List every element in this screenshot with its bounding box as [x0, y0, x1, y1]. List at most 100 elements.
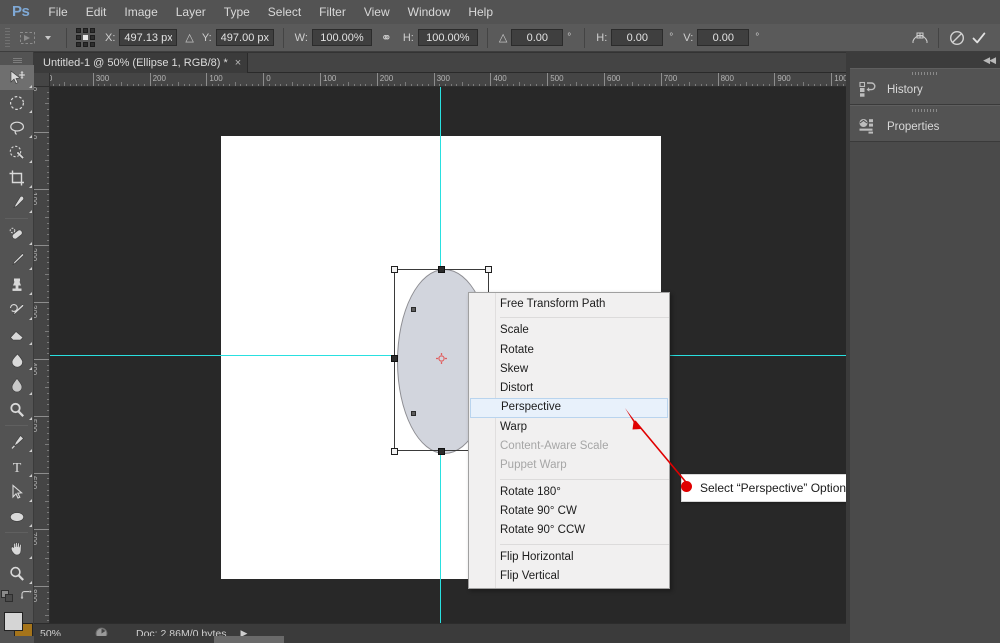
tool-eyedropper[interactable]: [0, 190, 34, 215]
menu-type[interactable]: Type: [215, 0, 259, 24]
tool-flyout-icon[interactable]: [29, 556, 32, 559]
tool-flyout-icon[interactable]: [29, 342, 32, 345]
tool-quick-selection[interactable]: [0, 140, 34, 165]
tool-clone-stamp[interactable]: [0, 272, 34, 297]
x-position-input[interactable]: [119, 29, 178, 46]
tool-flyout-icon[interactable]: [29, 474, 32, 477]
tool-flyout-icon[interactable]: [29, 367, 32, 370]
x-position-field[interactable]: X:: [101, 29, 178, 46]
menu-item-rotate-90-ccw[interactable]: Rotate 90° CCW: [469, 521, 669, 540]
transform-handle-top-center[interactable]: [438, 266, 445, 273]
panel-history[interactable]: History: [850, 68, 1000, 105]
tool-brush[interactable]: [0, 247, 34, 272]
document-tab[interactable]: Untitled-1 @ 50% (Ellipse 1, RGB/8) * ×: [34, 53, 249, 73]
tool-flyout-icon[interactable]: [29, 135, 32, 138]
menu-edit[interactable]: Edit: [77, 0, 116, 24]
tool-eraser[interactable]: [0, 322, 34, 347]
vertical-skew-field[interactable]: V:: [679, 29, 750, 46]
tool-flyout-icon[interactable]: [29, 185, 32, 188]
tool-blur[interactable]: [0, 372, 34, 397]
tool-pen[interactable]: [0, 429, 34, 454]
transform-handle-middle-left[interactable]: [391, 355, 398, 362]
tool-flyout-icon[interactable]: [29, 581, 32, 584]
horizontal-skew-field[interactable]: H:: [592, 29, 664, 46]
tool-flyout-icon[interactable]: [29, 292, 32, 295]
tool-flyout-icon[interactable]: [29, 85, 32, 88]
menu-help[interactable]: Help: [459, 0, 502, 24]
tool-flyout-icon[interactable]: [29, 449, 32, 452]
reference-point-grid[interactable]: [76, 28, 95, 47]
menu-item-rotate-180[interactable]: Rotate 180°: [469, 483, 669, 502]
canvas-area[interactable]: [50, 87, 846, 623]
close-icon[interactable]: ×: [235, 57, 241, 69]
tool-flyout-icon[interactable]: [29, 317, 32, 320]
vertical-skew-input[interactable]: [697, 29, 750, 46]
tool-gradient[interactable]: [0, 347, 34, 372]
menu-item-free-transform-path[interactable]: Free Transform Path: [469, 295, 669, 314]
tool-flyout-icon[interactable]: [29, 417, 32, 420]
transform-pivot-point[interactable]: [436, 353, 447, 364]
panel-grip[interactable]: [912, 109, 938, 112]
tool-type[interactable]: T: [0, 454, 34, 479]
move-tool-icon[interactable]: [15, 27, 41, 49]
collapse-panels-icon[interactable]: ◀◀: [983, 55, 996, 66]
tool-flyout-icon[interactable]: [29, 524, 32, 527]
menu-item-flip-horizontal[interactable]: Flip Horizontal: [469, 548, 669, 567]
tool-preset-chevron-down-icon[interactable]: [45, 35, 51, 40]
scrollbar-thumb[interactable]: [214, 636, 284, 643]
ruler-corner[interactable]: [34, 73, 50, 87]
transform-handle-bottom-center[interactable]: [438, 448, 445, 455]
toolbar-grip[interactable]: [0, 56, 34, 65]
transform-handle-bottom-left[interactable]: [391, 448, 398, 455]
default-colors-icon[interactable]: [1, 590, 14, 602]
menu-filter[interactable]: Filter: [310, 0, 355, 24]
cancel-transform-icon[interactable]: [946, 27, 968, 49]
link-scale-icon[interactable]: ⚭: [381, 30, 392, 46]
tool-lasso[interactable]: [0, 115, 34, 140]
width-scale-input[interactable]: [311, 29, 372, 46]
menu-image[interactable]: Image: [115, 0, 166, 24]
width-scale-field[interactable]: W:: [291, 29, 372, 46]
options-bar-grip[interactable]: [4, 27, 11, 48]
menu-item-warp[interactable]: Warp: [469, 418, 669, 437]
tool-flyout-icon[interactable]: [29, 110, 32, 113]
path-anchor-lower[interactable]: [411, 411, 416, 416]
menu-item-scale[interactable]: Scale: [469, 321, 669, 340]
tool-healing-brush[interactable]: [0, 222, 34, 247]
menu-item-rotate-90-cw[interactable]: Rotate 90° CW: [469, 502, 669, 521]
tool-history-brush[interactable]: [0, 297, 34, 322]
menu-item-flip-vertical[interactable]: Flip Vertical: [469, 567, 669, 586]
panel-history-row[interactable]: History: [850, 74, 1000, 105]
height-scale-input[interactable]: [417, 29, 478, 46]
tool-flyout-icon[interactable]: [29, 160, 32, 163]
tool-flyout-icon[interactable]: [29, 267, 32, 270]
menu-layer[interactable]: Layer: [167, 0, 215, 24]
menu-window[interactable]: Window: [399, 0, 460, 24]
menu-file[interactable]: File: [39, 0, 76, 24]
horizontal-scrollbar[interactable]: [34, 636, 846, 643]
tool-path-selection[interactable]: [0, 479, 34, 504]
menu-item-distort[interactable]: Distort: [469, 379, 669, 398]
tool-flyout-icon[interactable]: [29, 499, 32, 502]
tool-move[interactable]: [0, 65, 34, 90]
menu-view[interactable]: View: [355, 0, 399, 24]
menu-select[interactable]: Select: [259, 0, 310, 24]
menu-item-perspective[interactable]: Perspective: [470, 398, 668, 418]
panel-grip[interactable]: [912, 72, 938, 75]
transform-handle-top-left[interactable]: [391, 266, 398, 273]
swap-colors-icon[interactable]: [20, 590, 32, 602]
transform-context-menu[interactable]: Free Transform Path Scale Rotate Skew Di…: [468, 292, 670, 590]
menu-item-skew[interactable]: Skew: [469, 360, 669, 379]
tool-flyout-icon[interactable]: [29, 210, 32, 213]
tool-zoom[interactable]: [0, 561, 34, 586]
height-scale-field[interactable]: H:: [399, 29, 478, 46]
y-position-field[interactable]: Y:: [198, 29, 274, 46]
rotation-angle-input[interactable]: [511, 29, 564, 46]
tool-crop[interactable]: [0, 165, 34, 190]
tool-flyout-icon[interactable]: [29, 392, 32, 395]
tool-marquee[interactable]: [0, 90, 34, 115]
tool-ellipse-shape[interactable]: [0, 504, 34, 529]
horizontal-skew-input[interactable]: [611, 29, 664, 46]
y-position-input[interactable]: [215, 29, 274, 46]
warp-mode-icon[interactable]: [909, 27, 931, 49]
